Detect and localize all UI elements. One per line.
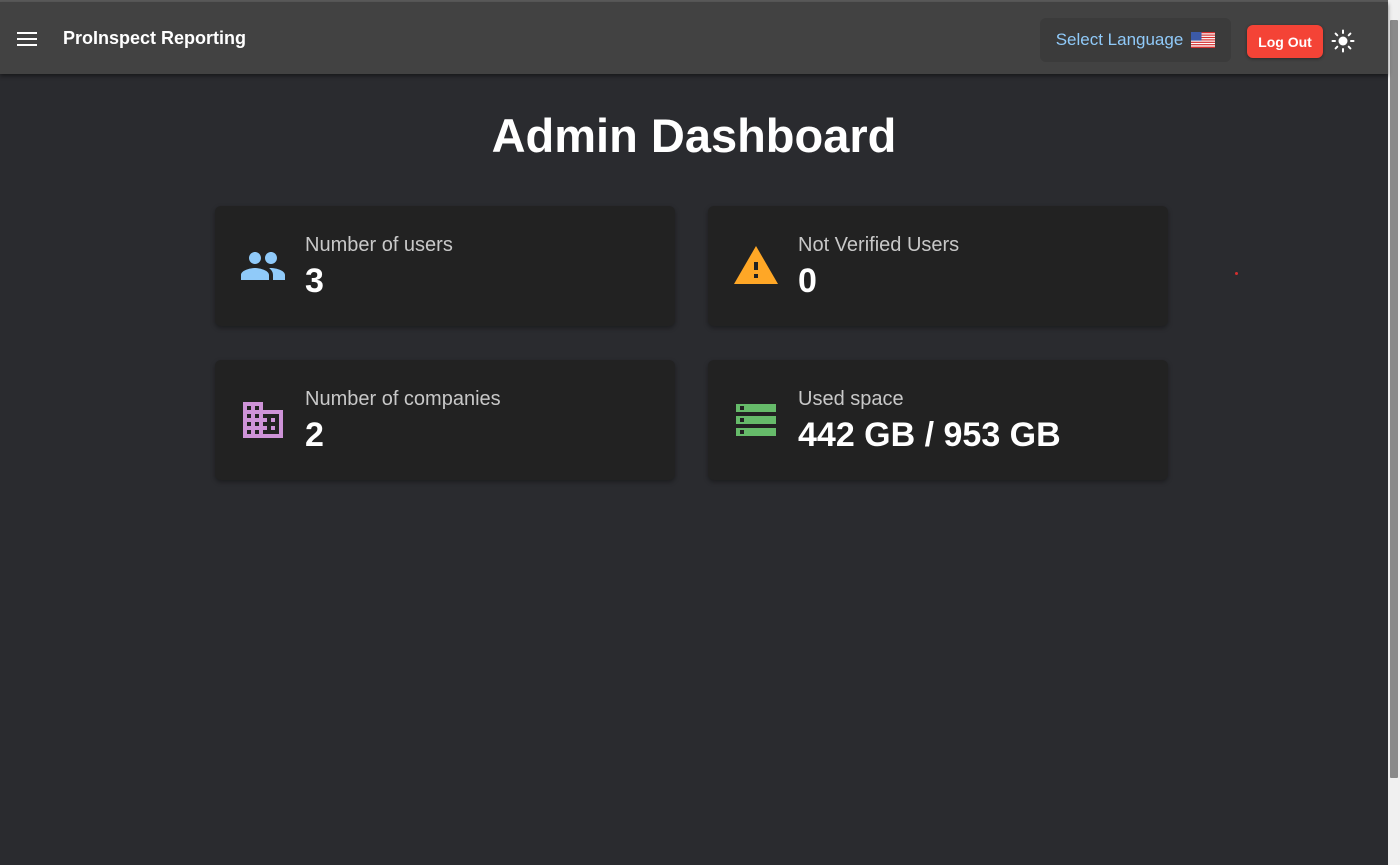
select-language-button[interactable]: Select Language bbox=[1040, 18, 1231, 62]
card-value: 2 bbox=[305, 416, 324, 454]
storage-icon bbox=[732, 396, 780, 444]
app-title[interactable]: ProInspect Reporting bbox=[63, 28, 246, 49]
select-language-label: Select Language bbox=[1055, 30, 1184, 49]
used-space-card: Used space 442 GB / 953 GB bbox=[708, 360, 1168, 480]
theme-toggle-button[interactable] bbox=[1329, 27, 1357, 55]
vertical-scrollbar[interactable] bbox=[1388, 0, 1400, 865]
card-label: Used space bbox=[798, 388, 904, 410]
card-label: Number of users bbox=[305, 234, 453, 256]
sun-icon bbox=[1331, 29, 1355, 53]
building-icon bbox=[239, 396, 287, 444]
users-icon bbox=[239, 242, 287, 290]
logout-button[interactable]: Log Out bbox=[1247, 25, 1323, 58]
us-flag-icon bbox=[1191, 32, 1216, 48]
scrollbar-thumb[interactable] bbox=[1390, 20, 1398, 778]
app-bar: ProInspect Reporting Select Language Log… bbox=[0, 2, 1388, 74]
users-count-card: Number of users 3 bbox=[215, 206, 675, 326]
warning-icon bbox=[732, 242, 780, 290]
menu-button[interactable] bbox=[12, 24, 42, 54]
card-label: Not Verified Users bbox=[798, 234, 960, 256]
page-title: Admin Dashboard bbox=[491, 109, 897, 162]
card-value: 3 bbox=[305, 262, 324, 300]
card-value: 442 GB / 953 GB bbox=[798, 416, 1061, 454]
hamburger-menu-icon bbox=[17, 32, 37, 46]
companies-count-card: Number of companies 2 bbox=[215, 360, 675, 480]
stray-red-dot bbox=[1235, 272, 1238, 275]
not-verified-users-card: Not Verified Users 0 bbox=[708, 206, 1168, 326]
card-label: Number of companies bbox=[305, 388, 501, 410]
card-value: 0 bbox=[798, 262, 817, 300]
